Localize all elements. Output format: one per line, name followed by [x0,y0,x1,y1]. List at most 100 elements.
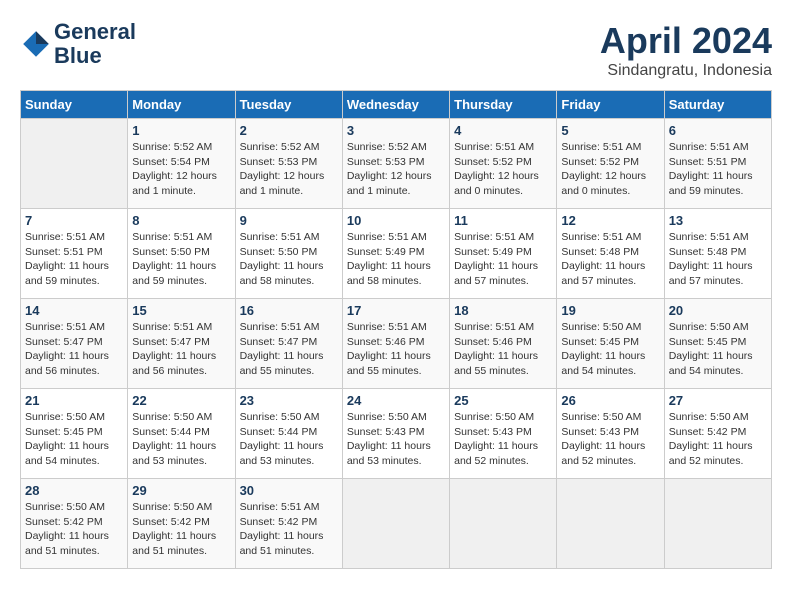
calendar-cell [557,479,664,569]
day-info: Sunrise: 5:52 AM Sunset: 5:54 PM Dayligh… [132,140,230,199]
day-info: Sunrise: 5:51 AM Sunset: 5:49 PM Dayligh… [454,230,552,289]
day-info: Sunrise: 5:51 AM Sunset: 5:52 PM Dayligh… [561,140,659,199]
column-header-tuesday: Tuesday [235,91,342,119]
day-number: 8 [132,213,230,228]
column-header-monday: Monday [128,91,235,119]
day-info: Sunrise: 5:51 AM Sunset: 5:46 PM Dayligh… [454,320,552,379]
day-info: Sunrise: 5:52 AM Sunset: 5:53 PM Dayligh… [240,140,338,199]
day-number: 12 [561,213,659,228]
day-number: 19 [561,303,659,318]
day-info: Sunrise: 5:51 AM Sunset: 5:51 PM Dayligh… [669,140,767,199]
calendar-cell: 23Sunrise: 5:50 AM Sunset: 5:44 PM Dayli… [235,389,342,479]
calendar-cell: 25 Sunrise: 5:50 AM Sunset: 5:43 PM Dayli… [450,389,557,479]
column-header-friday: Friday [557,91,664,119]
day-info: Sunrise: 5:50 AM Sunset: 5:43 PM Dayligh… [347,410,445,469]
day-number: 15 [132,303,230,318]
day-info: Sunrise: 5:50 AM Sunset: 5:44 PM Dayligh… [240,410,338,469]
week-row-2: 7 Sunrise: 5:51 AM Sunset: 5:51 PM Daylig… [21,209,772,299]
calendar-cell: 16 Sunrise: 5:51 AM Sunset: 5:47 PM Dayli… [235,299,342,389]
day-info: Sunrise: 5:52 AM Sunset: 5:53 PM Dayligh… [347,140,445,199]
column-header-sunday: Sunday [21,91,128,119]
column-header-thursday: Thursday [450,91,557,119]
day-number: 4 [454,123,552,138]
day-number: 30 [240,483,338,498]
day-info: Sunrise: 5:51 AM Sunset: 5:48 PM Dayligh… [669,230,767,289]
calendar-cell: 1 Sunrise: 5:52 AM Sunset: 5:54 PM Daylig… [128,119,235,209]
calendar-cell: 4 Sunrise: 5:51 AM Sunset: 5:52 PM Daylig… [450,119,557,209]
calendar-cell: 29 Sunrise: 5:50 AM Sunset: 5:42 PM Dayli… [128,479,235,569]
day-number: 28 [25,483,123,498]
day-number: 3 [347,123,445,138]
week-row-3: 14 Sunrise: 5:51 AM Sunset: 5:47 PM Dayli… [21,299,772,389]
day-number: 16 [240,303,338,318]
day-info: Sunrise: 5:51 AM Sunset: 5:51 PM Dayligh… [25,230,123,289]
day-number: 6 [669,123,767,138]
day-number: 7 [25,213,123,228]
calendar-cell: 30 Sunrise: 5:51 AM Sunset: 5:42 PM Dayli… [235,479,342,569]
day-number: 26 [561,393,659,408]
day-info: Sunrise: 5:50 AM Sunset: 5:44 PM Dayligh… [132,410,230,469]
day-number: 11 [454,213,552,228]
calendar-cell: 18 Sunrise: 5:51 AM Sunset: 5:46 PM Dayli… [450,299,557,389]
column-header-saturday: Saturday [664,91,771,119]
day-number: 24 [347,393,445,408]
day-number: 21 [25,393,123,408]
day-number: 5 [561,123,659,138]
day-info: Sunrise: 5:50 AM Sunset: 5:42 PM Dayligh… [25,500,123,559]
day-info: Sunrise: 5:51 AM Sunset: 5:42 PM Dayligh… [240,500,338,559]
day-info: Sunrise: 5:51 AM Sunset: 5:49 PM Dayligh… [347,230,445,289]
calendar-cell: 2 Sunrise: 5:52 AM Sunset: 5:53 PM Daylig… [235,119,342,209]
calendar-cell: 10 Sunrise: 5:51 AM Sunset: 5:49 PM Dayli… [342,209,449,299]
day-number: 27 [669,393,767,408]
calendar-cell: 3 Sunrise: 5:52 AM Sunset: 5:53 PM Daylig… [342,119,449,209]
calendar-cell [450,479,557,569]
logo-icon [20,28,52,60]
day-info: Sunrise: 5:50 AM Sunset: 5:45 PM Dayligh… [25,410,123,469]
calendar-cell: 22 Sunrise: 5:50 AM Sunset: 5:44 PM Dayli… [128,389,235,479]
calendar-cell: 13 Sunrise: 5:51 AM Sunset: 5:48 PM Dayli… [664,209,771,299]
day-info: Sunrise: 5:50 AM Sunset: 5:45 PM Dayligh… [561,320,659,379]
day-number: 10 [347,213,445,228]
calendar-cell: 21 Sunrise: 5:50 AM Sunset: 5:45 PM Dayli… [21,389,128,479]
day-number: 29 [132,483,230,498]
day-info: Sunrise: 5:51 AM Sunset: 5:47 PM Dayligh… [25,320,123,379]
week-row-5: 28 Sunrise: 5:50 AM Sunset: 5:42 PM Dayli… [21,479,772,569]
day-info: Sunrise: 5:51 AM Sunset: 5:52 PM Dayligh… [454,140,552,199]
calendar-cell [342,479,449,569]
calendar-cell: 11 Sunrise: 5:51 AM Sunset: 5:49 PM Dayli… [450,209,557,299]
month-title: April 2024 [600,20,772,62]
calendar-cell: 19 Sunrise: 5:50 AM Sunset: 5:45 PM Dayli… [557,299,664,389]
calendar-table: SundayMondayTuesdayWednesdayThursdayFrid… [20,90,772,569]
calendar-cell: 12 Sunrise: 5:51 AM Sunset: 5:48 PM Dayli… [557,209,664,299]
calendar-cell: 15 Sunrise: 5:51 AM Sunset: 5:47 PM Dayli… [128,299,235,389]
calendar-cell: 6 Sunrise: 5:51 AM Sunset: 5:51 PM Daylig… [664,119,771,209]
calendar-cell: 26 Sunrise: 5:50 AM Sunset: 5:43 PM Dayli… [557,389,664,479]
day-number: 2 [240,123,338,138]
day-number: 13 [669,213,767,228]
calendar-cell: 14 Sunrise: 5:51 AM Sunset: 5:47 PM Dayli… [21,299,128,389]
calendar-cell: 8Sunrise: 5:51 AM Sunset: 5:50 PM Daylig… [128,209,235,299]
calendar-cell: 9Sunrise: 5:51 AM Sunset: 5:50 PM Daylig… [235,209,342,299]
title-block: April 2024 Sindangratu, Indonesia [600,20,772,80]
day-info: Sunrise: 5:50 AM Sunset: 5:42 PM Dayligh… [132,500,230,559]
day-number: 1 [132,123,230,138]
logo-text: General Blue [54,20,136,68]
day-info: Sunrise: 5:51 AM Sunset: 5:47 PM Dayligh… [240,320,338,379]
day-info: Sunrise: 5:51 AM Sunset: 5:47 PM Dayligh… [132,320,230,379]
day-info: Sunrise: 5:50 AM Sunset: 5:43 PM Dayligh… [454,410,552,469]
calendar-cell: 28 Sunrise: 5:50 AM Sunset: 5:42 PM Dayli… [21,479,128,569]
day-info: Sunrise: 5:51 AM Sunset: 5:46 PM Dayligh… [347,320,445,379]
day-info: Sunrise: 5:50 AM Sunset: 5:45 PM Dayligh… [669,320,767,379]
day-number: 18 [454,303,552,318]
day-number: 25 [454,393,552,408]
calendar-cell: 17Sunrise: 5:51 AM Sunset: 5:46 PM Dayli… [342,299,449,389]
day-info: Sunrise: 5:50 AM Sunset: 5:42 PM Dayligh… [669,410,767,469]
week-row-4: 21 Sunrise: 5:50 AM Sunset: 5:45 PM Dayli… [21,389,772,479]
calendar-cell: 20Sunrise: 5:50 AM Sunset: 5:45 PM Dayli… [664,299,771,389]
header-row: SundayMondayTuesdayWednesdayThursdayFrid… [21,91,772,119]
day-number: 22 [132,393,230,408]
day-info: Sunrise: 5:51 AM Sunset: 5:48 PM Dayligh… [561,230,659,289]
day-number: 14 [25,303,123,318]
logo: General Blue [20,20,136,68]
day-info: Sunrise: 5:50 AM Sunset: 5:43 PM Dayligh… [561,410,659,469]
